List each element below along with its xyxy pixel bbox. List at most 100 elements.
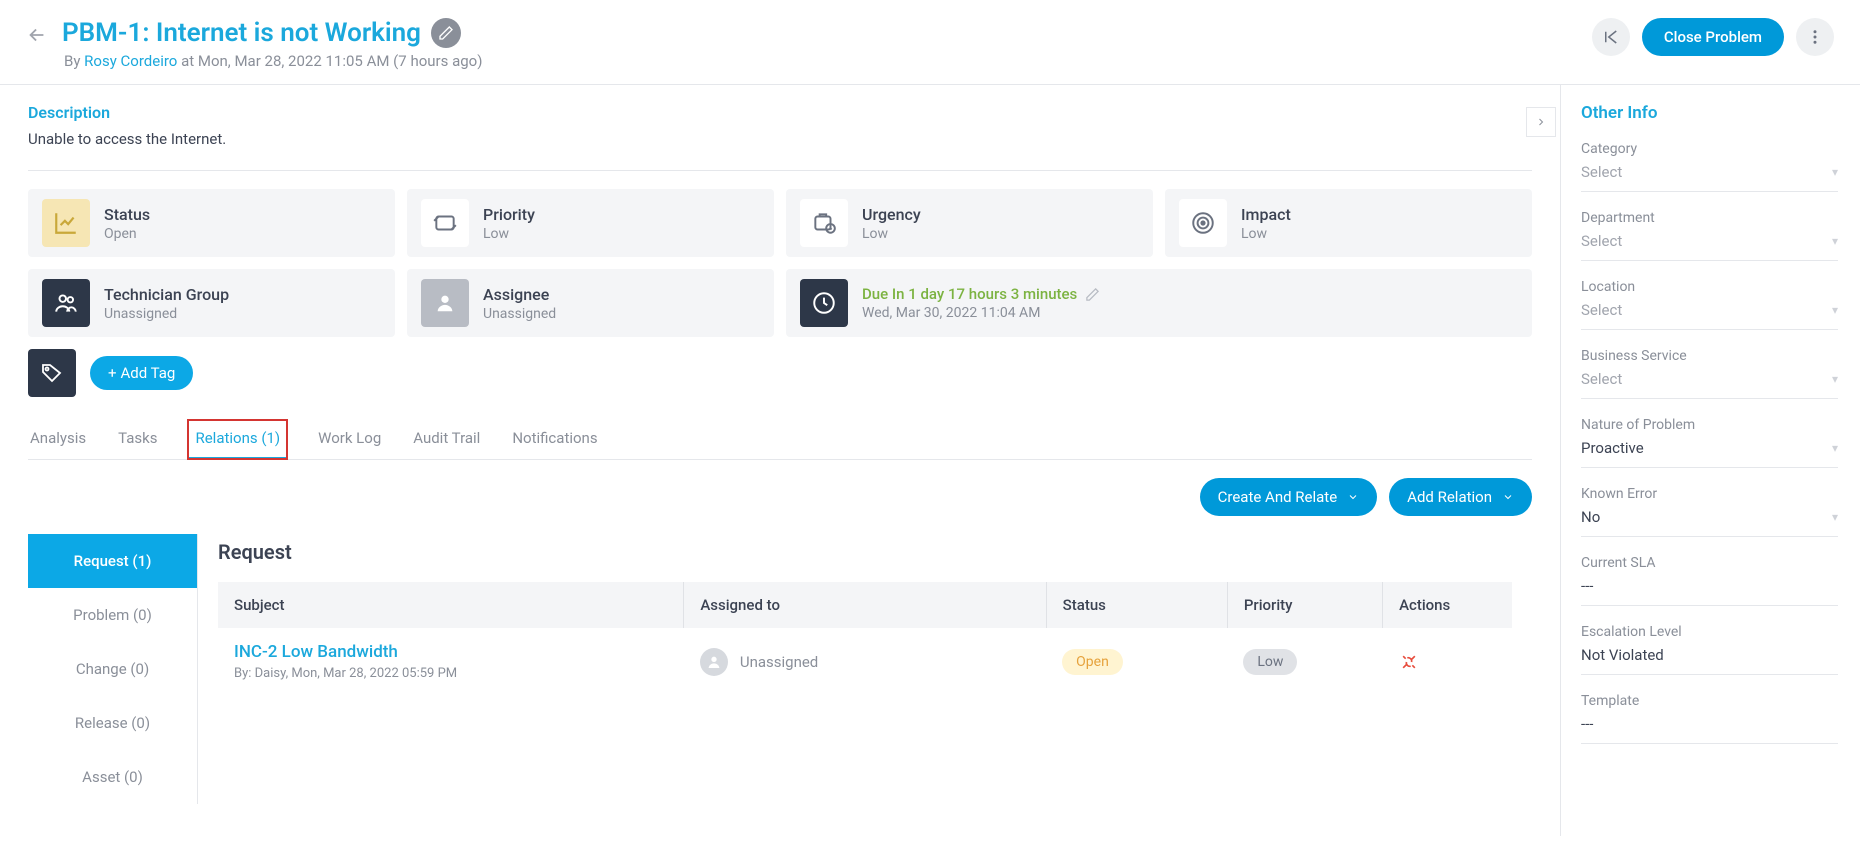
rel-side-request[interactable]: Request (1) [28, 534, 197, 588]
row-assigned: Unassigned [700, 648, 1030, 676]
main-column: Description Unable to access the Interne… [0, 85, 1560, 836]
field-select[interactable]: Proactive▾ [1581, 439, 1838, 457]
divider [28, 170, 1532, 171]
clock-icon [800, 279, 848, 327]
urgency-card[interactable]: Urgency Low [786, 189, 1153, 257]
title-text: PBM-1: Internet is not Working [62, 18, 421, 48]
rel-side-change[interactable]: Change (0) [28, 642, 197, 696]
unlink-button[interactable] [1399, 652, 1496, 672]
due-date: Wed, Mar 30, 2022 11:04 AM [862, 305, 1100, 321]
by-prefix: By [64, 52, 84, 70]
side-field: Department Select▾ [1581, 210, 1838, 261]
description-heading: Description [28, 103, 1532, 122]
page-header: PBM-1: Internet is not Working By Rosy C… [0, 0, 1860, 85]
side-field: Business Service Select▾ [1581, 348, 1838, 399]
side-field: CategorySelect▾ [1581, 141, 1838, 192]
due-text: Due In 1 day 17 hours 3 minutes [862, 285, 1077, 303]
side-field: Known Error No▾ [1581, 486, 1838, 537]
relation-body: Request (1) Problem (0) Change (0) Relea… [28, 534, 1532, 804]
status-grid-1: StatusOpen PriorityLow Urgency Low Impact… [28, 189, 1532, 257]
tag-icon [28, 349, 76, 397]
header-right: Close Problem [1592, 18, 1834, 56]
avatar-icon [700, 648, 728, 676]
field-select[interactable]: Select▾ [1581, 370, 1838, 388]
relation-side-nav: Request (1) Problem (0) Change (0) Relea… [28, 534, 198, 804]
field-label: Template [1581, 693, 1838, 709]
field-value: --- [1581, 715, 1838, 733]
create-and-relate-button[interactable]: Create And Relate [1200, 478, 1378, 516]
field-select[interactable]: Select▾ [1581, 163, 1838, 181]
tab-tasks[interactable]: Tasks [116, 419, 159, 459]
tab-relations[interactable]: Relations (1) [187, 419, 288, 460]
plus-icon: + [108, 364, 117, 382]
collapse-side-button[interactable] [1526, 107, 1556, 137]
rel-side-problem[interactable]: Problem (0) [28, 588, 197, 642]
priority-label: Priority [483, 205, 535, 224]
edit-title-button[interactable] [431, 18, 461, 48]
due-card[interactable]: Due In 1 day 17 hours 3 minutes Wed, Mar… [786, 269, 1532, 337]
field-label: Business Service [1581, 348, 1838, 364]
col-status: Status [1046, 582, 1227, 628]
title-block: PBM-1: Internet is not Working By Rosy C… [62, 18, 482, 70]
side-field: Template --- [1581, 693, 1838, 744]
urgency-label: Urgency [862, 205, 921, 224]
rel-side-asset[interactable]: Asset (0) [28, 750, 197, 804]
rel-side-release[interactable]: Release (0) [28, 696, 197, 750]
field-label: Known Error [1581, 486, 1838, 502]
impact-icon [1179, 199, 1227, 247]
chevron-down-icon [1502, 491, 1514, 503]
relation-actions: Create And Relate Add Relation [28, 478, 1532, 516]
group-icon [42, 279, 90, 327]
col-subject: Subject [218, 582, 684, 628]
table-row: INC-2 Low Bandwidth By: Daisy, Mon, Mar … [218, 628, 1512, 695]
page-title: PBM-1: Internet is not Working [62, 18, 482, 48]
field-label: Department [1581, 210, 1838, 226]
tab-worklog[interactable]: Work Log [316, 419, 383, 459]
assignee-value: Unassigned [483, 306, 556, 322]
tab-notifications[interactable]: Notifications [510, 419, 599, 459]
field-select[interactable]: Select▾ [1581, 232, 1838, 250]
byline: By Rosy Cordeiro at Mon, Mar 28, 2022 11… [64, 52, 482, 70]
edit-due-button[interactable] [1085, 287, 1100, 302]
assignee-icon [421, 279, 469, 327]
side-heading: Other Info [1581, 103, 1838, 123]
author-link[interactable]: Rosy Cordeiro [84, 52, 177, 70]
relation-table: Subject Assigned to Status Priority Acti… [218, 582, 1512, 695]
field-label: Escalation Level [1581, 624, 1838, 640]
status-card[interactable]: StatusOpen [28, 189, 395, 257]
more-actions-button[interactable] [1796, 18, 1834, 56]
field-label: Nature of Problem [1581, 417, 1838, 433]
techgroup-card[interactable]: Technician GroupUnassigned [28, 269, 395, 337]
col-actions: Actions [1383, 582, 1512, 628]
due-label: Due In 1 day 17 hours 3 minutes [862, 285, 1100, 303]
add-relation-button[interactable]: Add Relation [1389, 478, 1532, 516]
side-field: Current SLA--- [1581, 555, 1838, 606]
back-arrow-icon[interactable] [26, 18, 48, 46]
add-tag-button[interactable]: +Add Tag [90, 356, 193, 390]
techgroup-label: Technician Group [104, 285, 229, 304]
row-subject-link[interactable]: INC-2 Low Bandwidth [234, 642, 668, 662]
tab-analysis[interactable]: Analysis [28, 419, 88, 459]
field-label: Current SLA [1581, 555, 1838, 571]
priority-card[interactable]: PriorityLow [407, 189, 774, 257]
field-select[interactable]: Select▾ [1581, 301, 1838, 319]
impact-card[interactable]: ImpactLow [1165, 189, 1532, 257]
close-problem-button[interactable]: Close Problem [1642, 18, 1784, 56]
add-relation-label: Add Relation [1407, 488, 1492, 506]
prev-first-button[interactable] [1592, 18, 1630, 56]
field-value: Not Violated [1581, 646, 1838, 664]
relation-title: Request [218, 540, 1512, 564]
at-text: at Mon, Mar 28, 2022 11:05 AM (7 hours a… [177, 52, 482, 70]
row-subject-meta: By: Daisy, Mon, Mar 28, 2022 05:59 PM [234, 666, 668, 681]
assignee-label: Assignee [483, 285, 556, 304]
field-select[interactable]: No▾ [1581, 508, 1838, 526]
assignee-card[interactable]: Assignee Unassigned [407, 269, 774, 337]
urgency-value: Low [862, 226, 921, 242]
chevron-down-icon [1347, 491, 1359, 503]
status-grid-2: Technician GroupUnassigned Assignee Unass… [28, 269, 1532, 337]
add-tag-label: Add Tag [121, 364, 176, 382]
page-body: Description Unable to access the Interne… [0, 85, 1860, 836]
tab-audittrail[interactable]: Audit Trail [411, 419, 482, 459]
create-relate-label: Create And Relate [1218, 488, 1338, 506]
status-value: Open [104, 226, 150, 242]
